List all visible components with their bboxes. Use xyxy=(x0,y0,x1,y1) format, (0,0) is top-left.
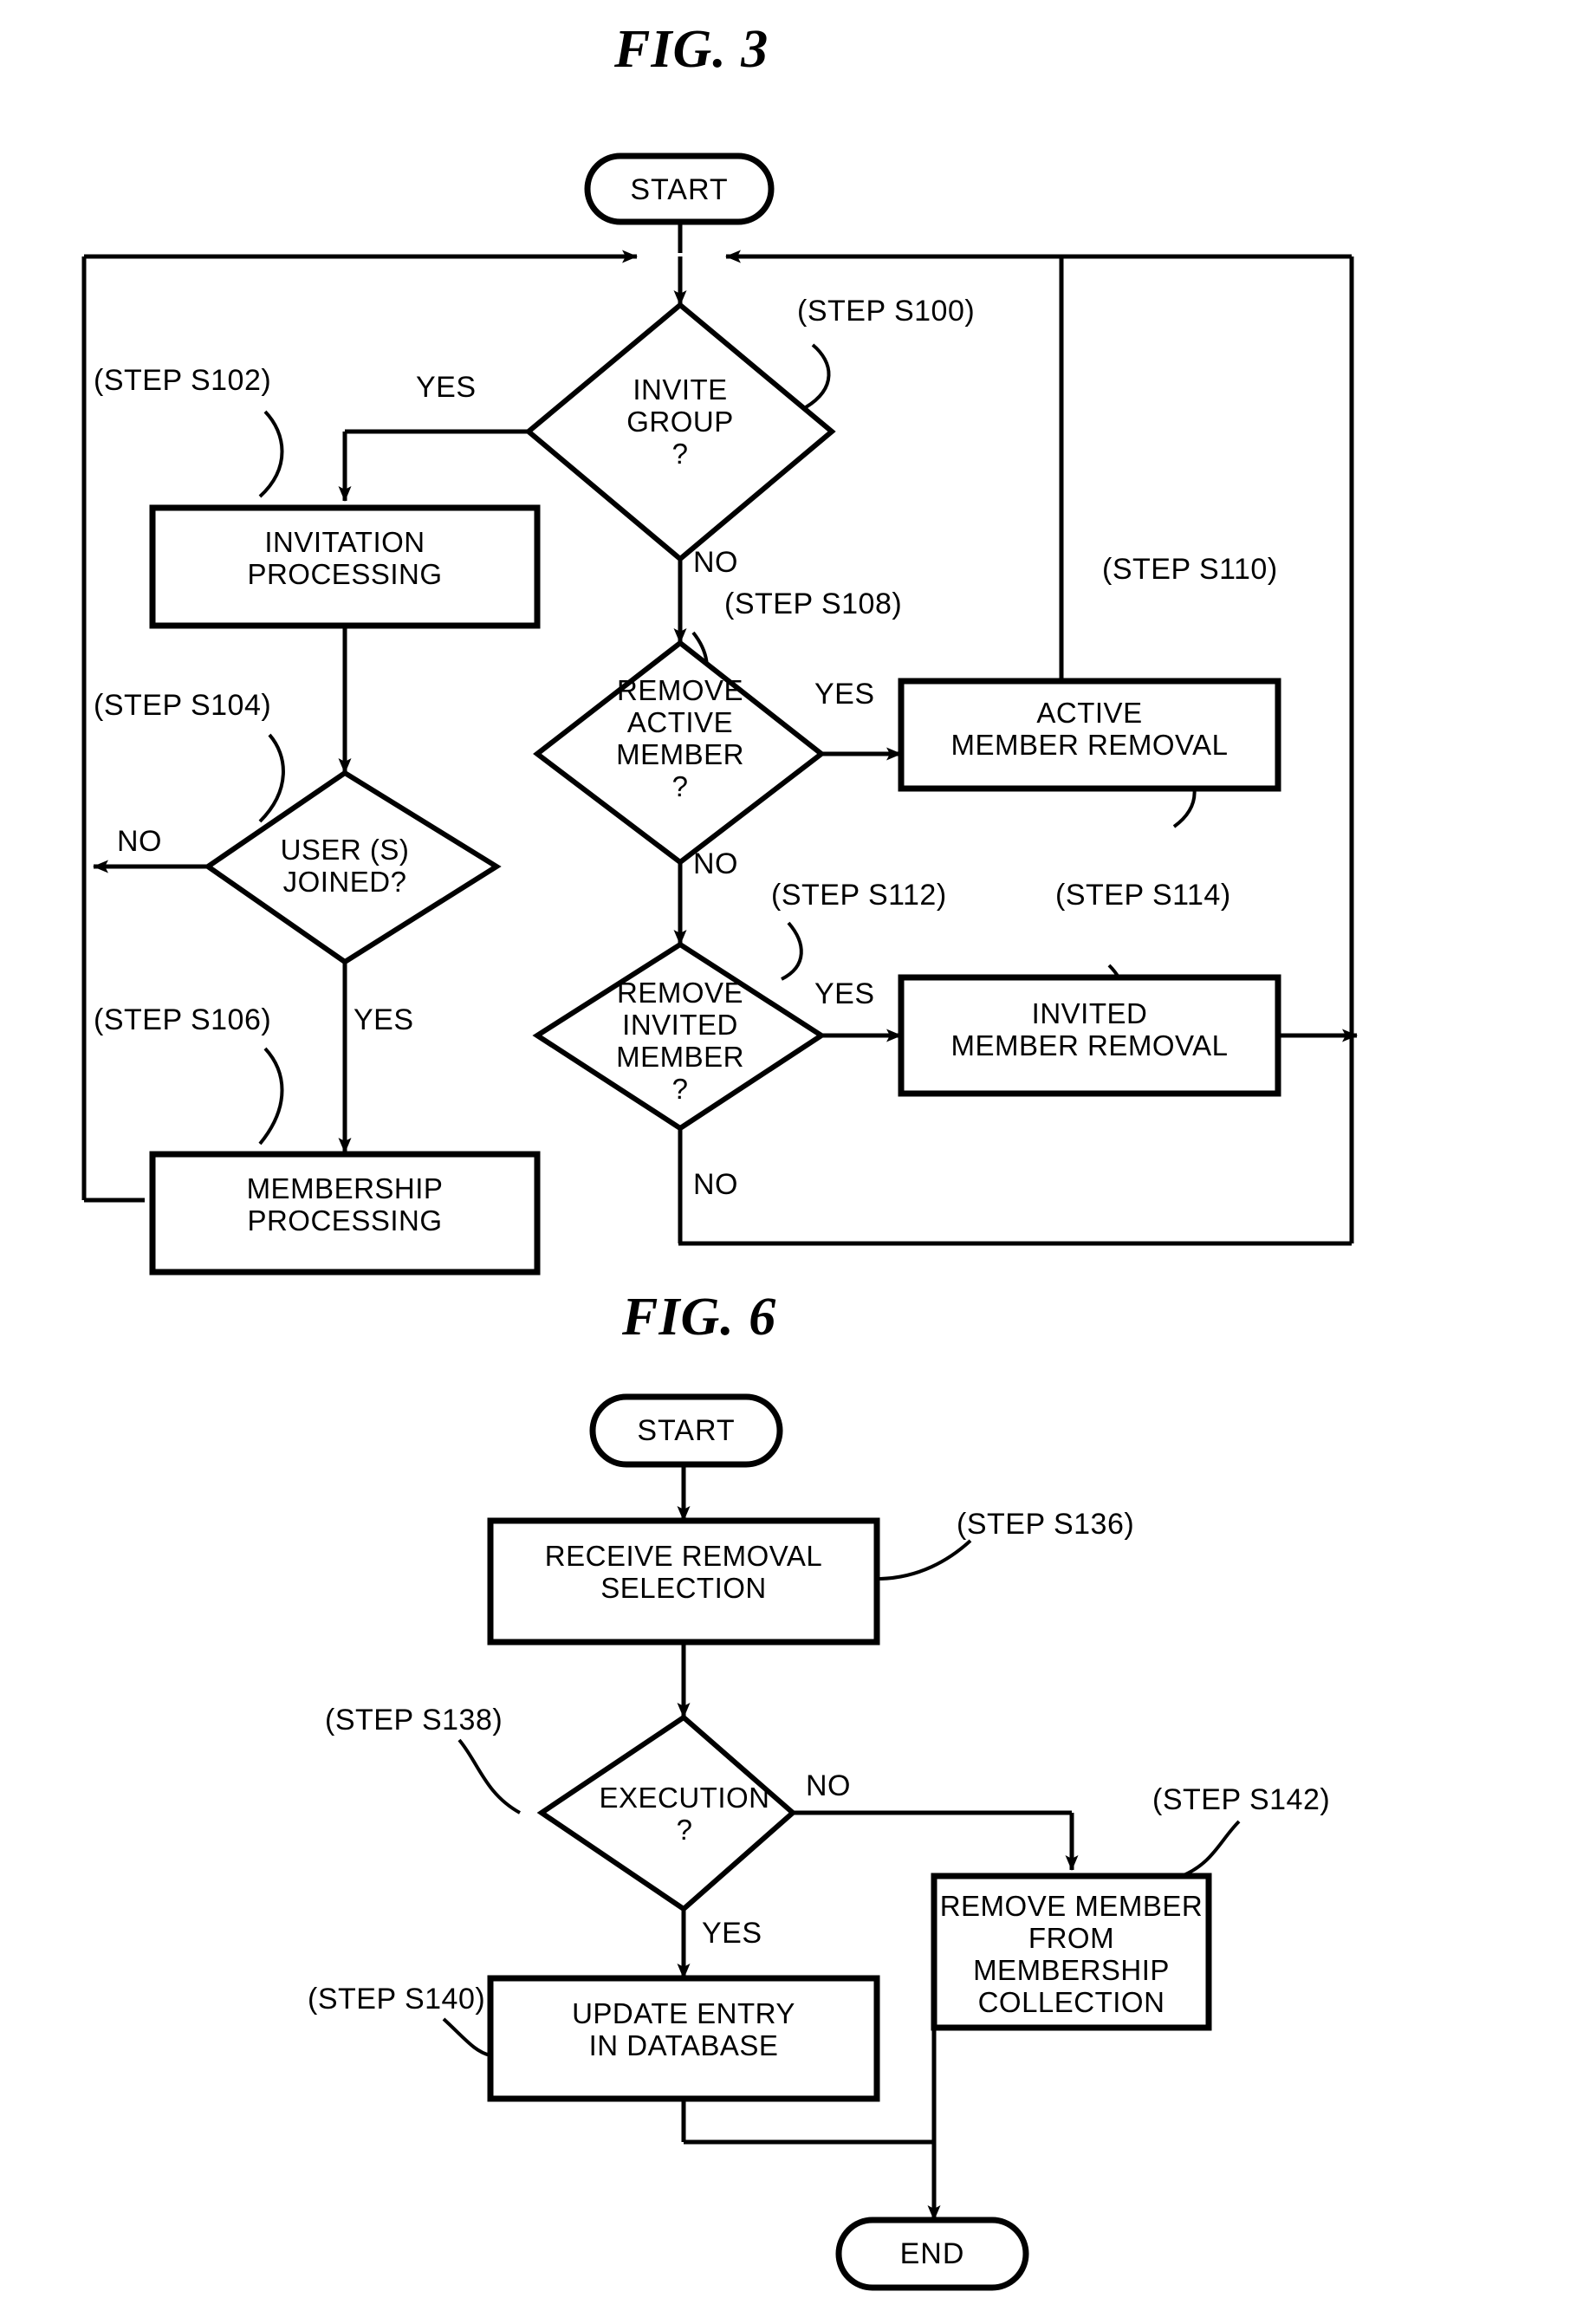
fig6-process-s140-label: UPDATE ENTRY IN DATABASE xyxy=(572,1997,795,2061)
fig6-start-label: START xyxy=(637,1414,736,1447)
fig6-step-callout-s140: (STEP S140) xyxy=(308,1983,486,2016)
fig6-step-callout-s138: (STEP S138) xyxy=(325,1704,503,1737)
fig6-branch-s138-no: NO xyxy=(806,1769,851,1802)
fig6-step-callout-s136: (STEP S136) xyxy=(957,1508,1135,1541)
fig6-process-s136-label: RECEIVE REMOVAL SELECTION xyxy=(544,1540,823,1604)
fig6-connector-layer xyxy=(442,1393,1241,2291)
fig6-branch-s138-yes: YES xyxy=(702,1917,762,1950)
fig6-decision-s138-label: EXECUTION ? xyxy=(599,1782,770,1846)
fig6-end-label: END xyxy=(899,2237,965,2270)
fig6-process-s142-label: REMOVE MEMBER FROM MEMBERSHIP COLLECTION xyxy=(939,1890,1203,2018)
fig6-step-callout-s142: (STEP S142) xyxy=(1152,1783,1331,1816)
patent-drawing-sheet: FIG. 3 START INVITE GROUP ? INVITATION P… xyxy=(0,0,1570,2324)
